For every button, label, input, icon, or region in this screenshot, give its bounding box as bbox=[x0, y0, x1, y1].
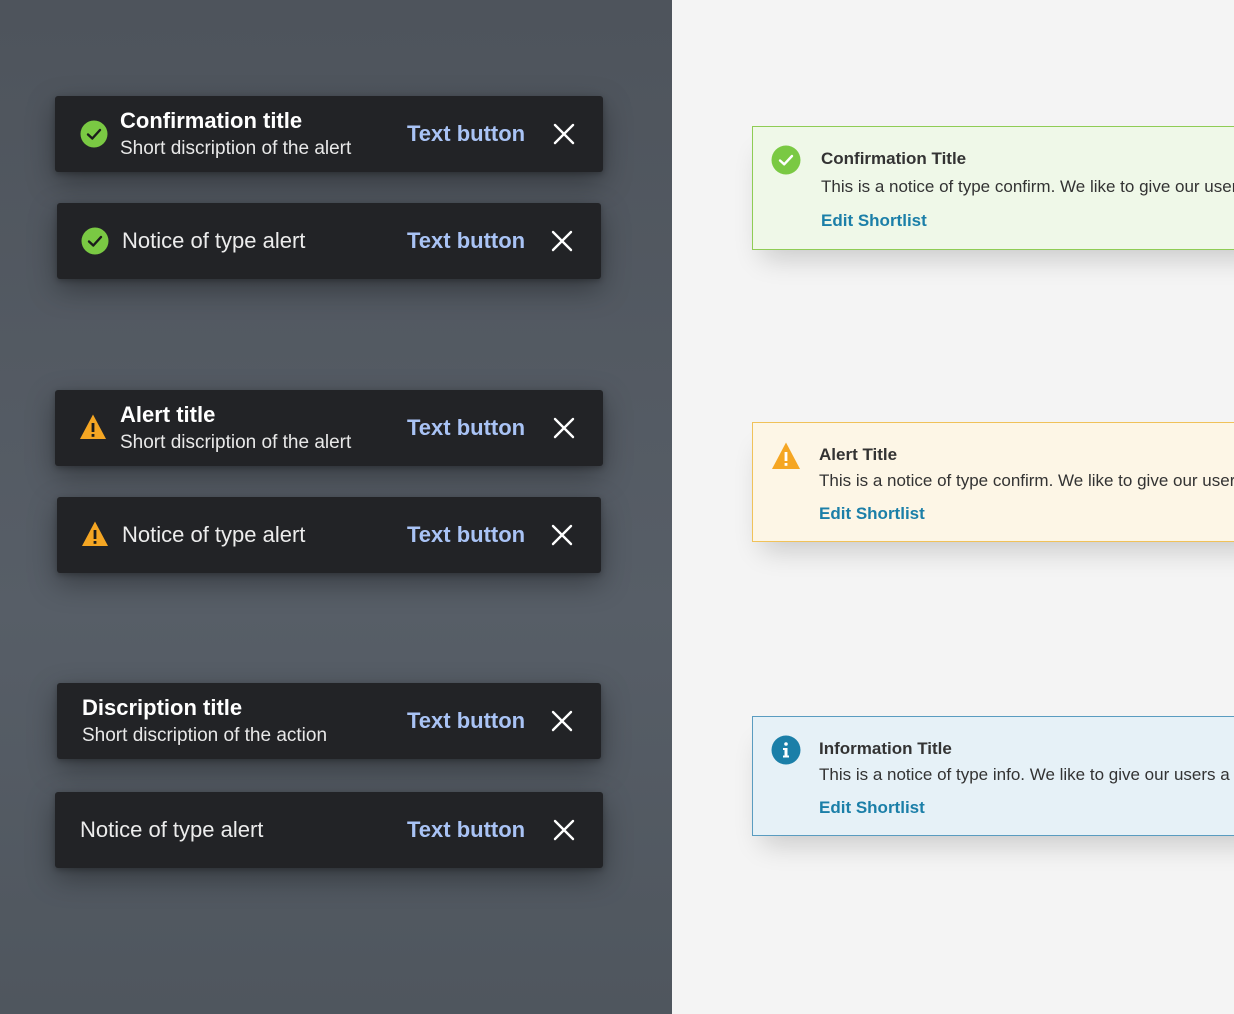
snackbar-description: Short discription of the action bbox=[82, 725, 328, 746]
notice-snackbar-warning: Notice of type alert Text button bbox=[57, 497, 601, 573]
dark-snackbar-panel: Confirmation title Short discription of … bbox=[0, 0, 672, 1014]
check-circle-icon bbox=[81, 227, 109, 255]
snackbar-text-button[interactable]: Text button bbox=[407, 708, 525, 734]
description-snackbar: Discription title Short discription of t… bbox=[57, 683, 601, 759]
alert-notice: Alert Title This is a notice of type con… bbox=[752, 422, 1234, 542]
close-icon[interactable] bbox=[553, 417, 575, 439]
snackbar-text-button[interactable]: Text button bbox=[407, 522, 525, 548]
confirmation-notice: Confirmation Title This is a notice of t… bbox=[752, 126, 1234, 250]
close-icon[interactable] bbox=[551, 710, 573, 732]
notice-snackbar-plain: Notice of type alert Text button bbox=[55, 792, 603, 868]
warning-triangle-icon bbox=[772, 442, 800, 469]
check-circle-icon bbox=[80, 120, 108, 148]
snackbar-title: Discription title bbox=[82, 695, 243, 720]
alert-snackbar: Alert title Short discription of the ale… bbox=[55, 390, 603, 466]
notice-title: Confirmation Title bbox=[821, 149, 967, 168]
snackbar-message: Notice of type alert bbox=[122, 522, 306, 547]
snackbar-title: Confirmation title bbox=[120, 108, 303, 133]
notice-title: Alert Title bbox=[819, 445, 898, 464]
close-icon[interactable] bbox=[551, 524, 573, 546]
information-notice: Information Title This is a notice of ty… bbox=[752, 716, 1234, 836]
snackbar-description: Short discription of the alert bbox=[120, 432, 352, 453]
snackbar-description: Short discription of the alert bbox=[120, 138, 352, 159]
snackbar-text-button[interactable]: Text button bbox=[407, 415, 525, 441]
check-circle-icon bbox=[771, 145, 801, 175]
snackbar-message: Notice of type alert bbox=[122, 228, 306, 253]
edit-shortlist-link[interactable]: Edit Shortlist bbox=[819, 504, 925, 524]
info-circle-icon bbox=[771, 735, 801, 765]
inline-notice-panel: Confirmation Title This is a notice of t… bbox=[672, 0, 1234, 1014]
notice-snackbar-success: Notice of type alert Text button bbox=[57, 203, 601, 279]
notice-body: This is a notice of type confirm. We lik… bbox=[819, 471, 1234, 490]
snackbar-text-button[interactable]: Text button bbox=[407, 817, 525, 843]
snackbar-message: Notice of type alert bbox=[80, 817, 264, 842]
close-icon[interactable] bbox=[553, 123, 575, 145]
warning-triangle-icon bbox=[82, 521, 108, 546]
notice-body: This is a notice of type info. We like t… bbox=[819, 765, 1234, 784]
close-icon[interactable] bbox=[551, 230, 573, 252]
close-icon[interactable] bbox=[553, 819, 575, 841]
confirmation-snackbar: Confirmation title Short discription of … bbox=[55, 96, 603, 172]
snackbar-text-button[interactable]: Text button bbox=[407, 228, 525, 254]
snackbar-text-button[interactable]: Text button bbox=[407, 121, 525, 147]
snackbar-title: Alert title bbox=[120, 402, 216, 427]
warning-triangle-icon bbox=[80, 414, 106, 439]
notice-body: This is a notice of type confirm. We lik… bbox=[821, 177, 1234, 196]
edit-shortlist-link[interactable]: Edit Shortlist bbox=[819, 798, 925, 818]
edit-shortlist-link[interactable]: Edit Shortlist bbox=[821, 211, 927, 231]
notice-title: Information Title bbox=[819, 739, 952, 758]
